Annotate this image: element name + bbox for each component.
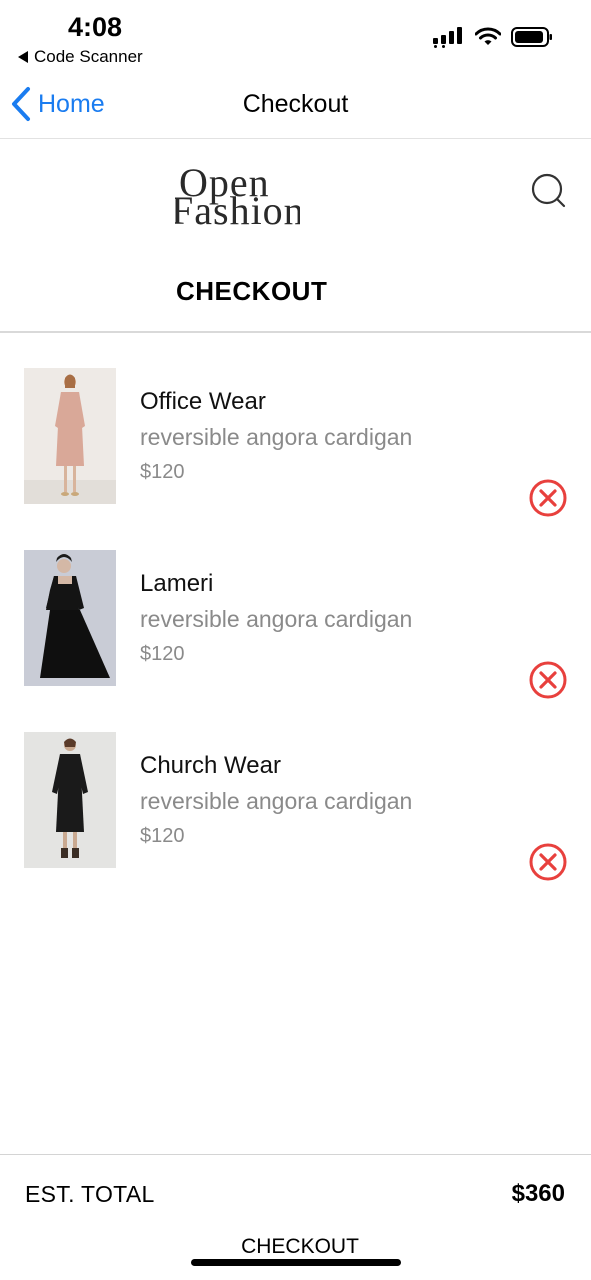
remove-item-button[interactable]: [528, 478, 568, 518]
cart-item[interactable]: Office Wear reversible angora cardigan $…: [0, 368, 591, 517]
cart-item[interactable]: Lameri reversible angora cardigan $120: [0, 550, 591, 699]
page-heading: CHECKOUT: [176, 276, 328, 306]
search-button[interactable]: [529, 171, 569, 211]
search-icon: [531, 173, 566, 208]
product-image-pink-dress[interactable]: [24, 368, 116, 504]
logo-text-line2: Fashion: [175, 188, 300, 228]
remove-item-button[interactable]: [528, 842, 568, 882]
remove-x-circle-icon: [529, 843, 567, 881]
product-image-black-midi-dress[interactable]: [24, 732, 116, 868]
back-app-label: Code Scanner: [34, 47, 143, 66]
item-name: Lameri: [140, 570, 214, 597]
item-price: $120: [140, 461, 185, 483]
item-name: Church Wear: [140, 752, 281, 779]
remove-x-circle-icon: [529, 661, 567, 699]
header-divider: [0, 331, 591, 333]
store-logo[interactable]: Open Fashion: [175, 161, 300, 228]
wifi-icon: [475, 27, 501, 45]
footer-divider: [0, 1154, 591, 1155]
total-value: $360: [511, 1180, 565, 1207]
nav-divider: [0, 138, 591, 139]
item-description: reversible angora cardigan: [140, 424, 413, 450]
item-description: reversible angora cardigan: [140, 788, 413, 814]
remove-x-circle-icon: [529, 479, 567, 517]
item-name: Office Wear: [140, 388, 266, 415]
home-indicator[interactable]: [191, 1259, 401, 1266]
status-icons: [433, 26, 553, 48]
status-time: 4:08: [68, 12, 123, 42]
checkout-button[interactable]: CHECKOUT: [200, 1232, 400, 1262]
back-to-app-link[interactable]: Code Scanner: [18, 47, 143, 67]
nav-title: Checkout: [242, 90, 349, 118]
product-image-black-dress[interactable]: [24, 550, 116, 686]
item-price: $120: [140, 643, 185, 665]
battery-icon: [511, 27, 552, 47]
remove-item-button[interactable]: [528, 660, 568, 700]
cart-item[interactable]: Church Wear reversible angora cardigan $…: [0, 732, 591, 881]
item-price: $120: [140, 825, 185, 847]
cellular-signal-icon: [433, 27, 462, 48]
item-description: reversible angora cardigan: [140, 606, 413, 632]
total-label: EST. TOTAL: [25, 1181, 155, 1207]
back-triangle-icon: [18, 51, 28, 63]
